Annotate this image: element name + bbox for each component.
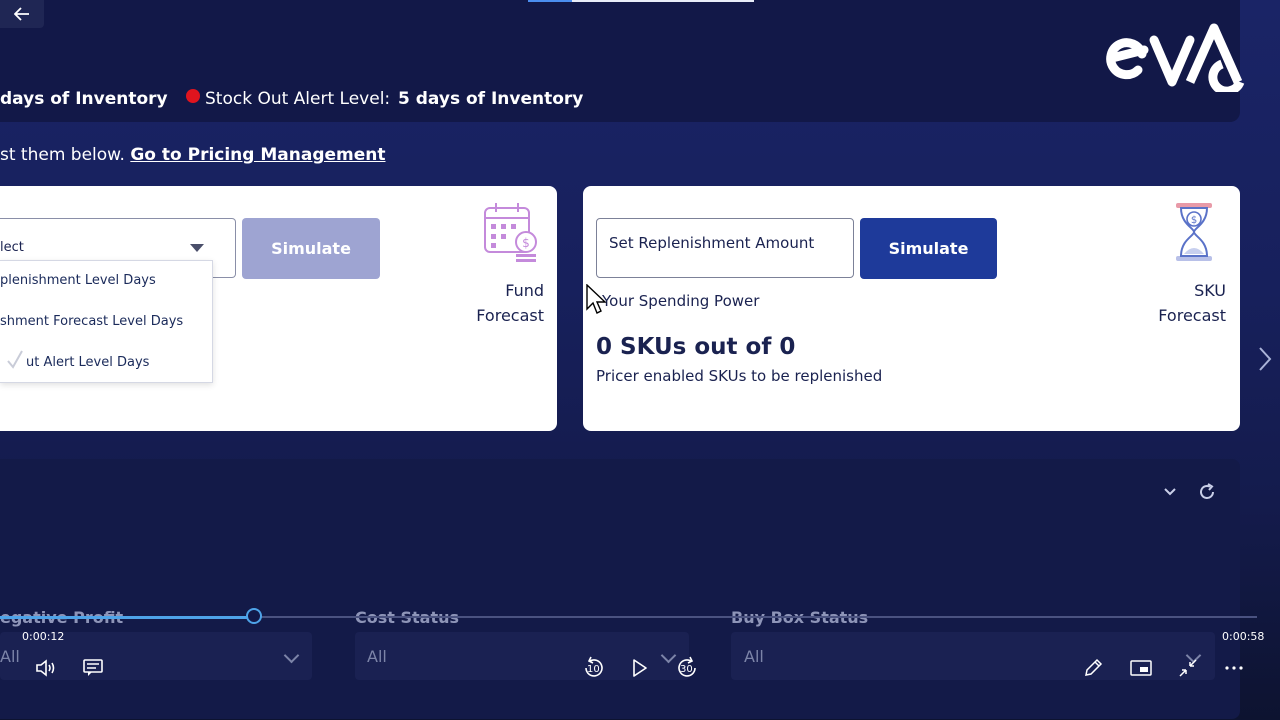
volume-icon[interactable] <box>35 658 57 678</box>
fund-forecast-label-line1: Fund <box>505 281 544 300</box>
seek-bar-progress <box>0 616 255 619</box>
calendar-coin-icon: $ <box>484 203 537 262</box>
skip-forward-button[interactable]: 30 <box>675 656 699 680</box>
captions-icon[interactable] <box>82 659 104 677</box>
seek-thumb[interactable] <box>246 608 262 624</box>
dropdown-item-replenishment-forecast[interactable]: shment Forecast Level Days <box>0 314 183 329</box>
sku-forecast-label-line1: SKU <box>1194 281 1226 300</box>
more-options-icon[interactable] <box>1224 665 1244 671</box>
filter-value-cost-status: All <box>367 647 387 666</box>
elapsed-time: 0:00:12 <box>22 630 65 643</box>
chevron-right-icon[interactable] <box>1258 346 1272 372</box>
filter-value-negative-profit: All <box>0 647 20 666</box>
dropdown-item-replenishment-level[interactable]: plenishment Level Days <box>0 273 156 288</box>
spending-power-label: Your Spending Power <box>602 292 760 310</box>
sku-forecast-label: SKU Forecast <box>1140 278 1226 328</box>
stock-out-alert-label: Stock Out Alert Level: <box>205 89 391 109</box>
header-panel <box>0 0 1240 122</box>
total-time: 0:00:58 <box>1222 630 1265 643</box>
refresh-icon[interactable] <box>1197 482 1217 502</box>
fund-forecast-label-line2: Forecast <box>476 306 544 325</box>
pen-icon[interactable] <box>1083 658 1103 678</box>
table-panel <box>0 459 1240 719</box>
eva-logo <box>1106 23 1245 92</box>
sku-count: 0 SKUs out of 0 <box>596 334 796 360</box>
fund-forecast-label: Fund Forecast <box>460 278 544 328</box>
mouse-cursor-icon <box>586 284 607 314</box>
stock-out-alert-value: 5 days of Inventory <box>398 89 584 109</box>
mini-player-icon[interactable] <box>1130 660 1152 676</box>
replenishment-amount-placeholder: Set Replenishment Amount <box>609 234 815 252</box>
level-select-value: lect <box>0 240 24 255</box>
skip-back-button[interactable]: 10 <box>582 656 606 680</box>
dropdown-item-stock-out-alert[interactable]: ut Alert Level Days <box>26 355 149 370</box>
exit-fullscreen-icon[interactable] <box>1178 658 1198 678</box>
sku-count-subtitle: Pricer enabled SKUs to be replenished <box>596 367 883 385</box>
play-icon[interactable] <box>632 659 648 677</box>
sku-forecast-label-line2: Forecast <box>1158 306 1226 325</box>
chevron-down-icon[interactable] <box>1162 486 1178 498</box>
back-button[interactable] <box>0 0 44 28</box>
top-progress-strip-rest <box>572 0 754 2</box>
arrow-left-icon <box>14 7 29 21</box>
skip-back-amount: 10 <box>587 664 600 675</box>
fund-simulate-button[interactable]: Simulate <box>242 218 380 279</box>
hourglass-icon: $ <box>1176 203 1212 261</box>
pricing-management-link[interactable]: Go to Pricing Management <box>130 145 385 165</box>
skip-forward-amount: 30 <box>680 664 693 675</box>
stock-out-indicator-dot <box>186 89 200 103</box>
svg-text:$: $ <box>1191 215 1197 226</box>
check-icon <box>7 350 23 369</box>
top-progress-strip <box>528 0 572 2</box>
caret-down-icon[interactable] <box>190 244 204 252</box>
filter-value-buy-box-status: All <box>744 647 764 666</box>
replenishment-alert-value: days of Inventory <box>0 89 168 109</box>
svg-text:$: $ <box>522 236 530 250</box>
pricing-hint-text: st them below. <box>0 145 125 165</box>
pricing-hint: st them below. Go to Pricing Management <box>0 142 386 168</box>
sku-simulate-button[interactable]: Simulate <box>860 218 997 279</box>
level-dropdown-menu: plenishment Level Days shment Forecast L… <box>0 260 213 383</box>
